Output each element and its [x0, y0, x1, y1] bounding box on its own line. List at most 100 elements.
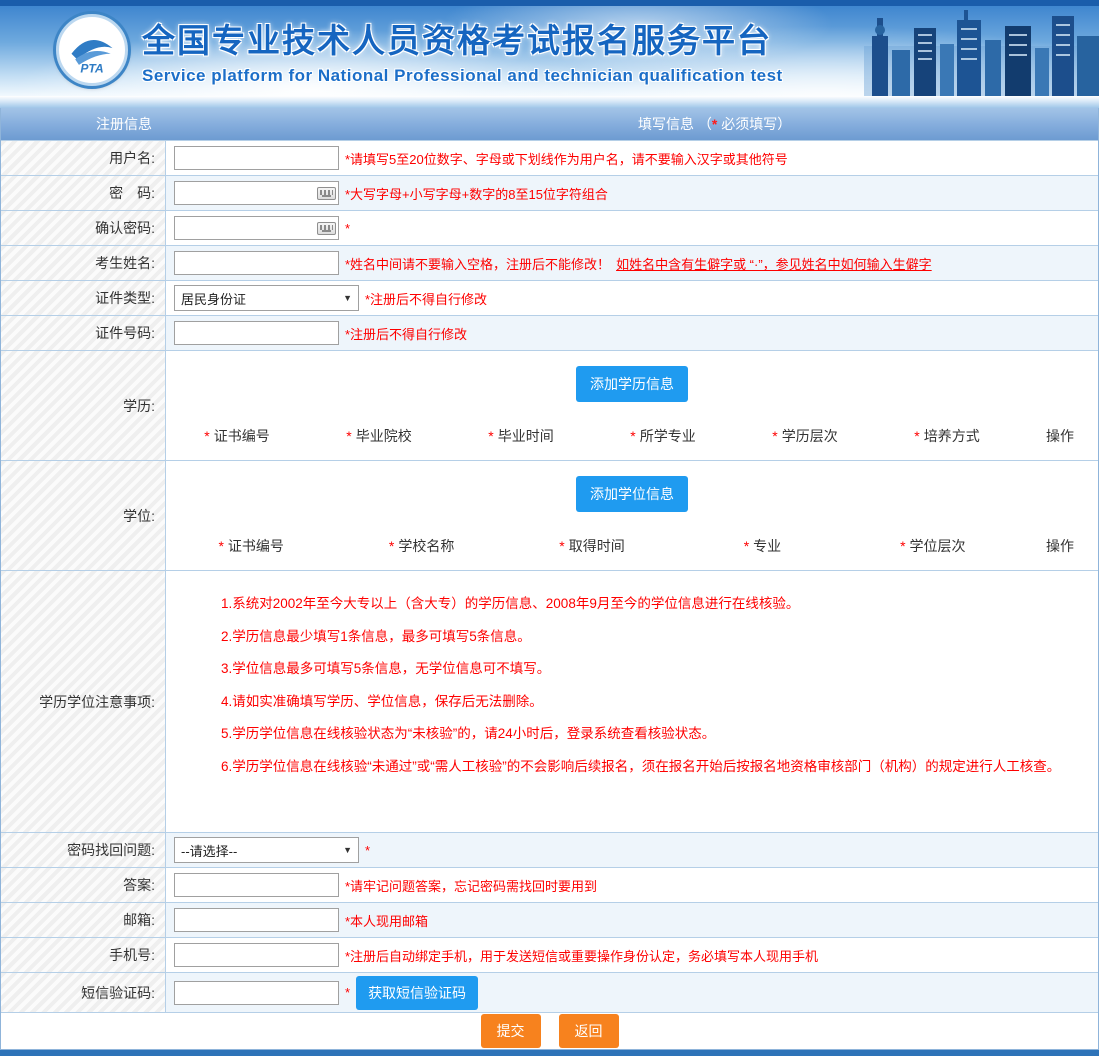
id-type-label: 证件类型: [95, 288, 155, 308]
answer-row: 答案: *请牢记问题答案，忘记密码需找回时要用到 [1, 867, 1098, 902]
column-header: *毕业时间 [450, 426, 592, 446]
id-number-label: 证件号码: [95, 323, 155, 343]
education-row: 学历: 添加学历信息 *证书编号 *毕业院校 *毕业时间 *所学专业 *学历层次… [1, 350, 1098, 460]
footer-actions: 提交 返回 [1, 1012, 1098, 1049]
site-title: 全国专业技术人员资格考试报名服务平台 [142, 14, 783, 62]
answer-label: 答案: [123, 875, 155, 895]
column-header: 操作 [1018, 536, 1098, 556]
education-label: 学历: [123, 396, 155, 416]
candidate-name-input[interactable] [174, 251, 339, 275]
id-type-selected-value: 居民身份证 [181, 289, 246, 308]
notice-item: 2.学历信息最少填写1条信息，最多可填写5条信息。 [221, 627, 1088, 647]
notice-row: 学历学位注意事项: 1.系统对2002年至今大专以上（含大专）的学历信息、200… [1, 570, 1098, 832]
table-header-row: 注册信息 填写信息 （* 必须填写） [1, 108, 1098, 140]
email-input[interactable] [174, 908, 339, 932]
column-header: *培养方式 [876, 426, 1018, 446]
notice-item: 4.请如实准确填写学历、学位信息，保存后无法删除。 [221, 692, 1088, 712]
security-question-selected-value: --请选择-- [181, 841, 237, 860]
confirm-password-row: 确认密码: * [1, 210, 1098, 245]
id-type-select[interactable]: 居民身份证 ▼ [174, 285, 359, 311]
sms-code-row: 短信验证码: * 获取短信验证码 [1, 972, 1098, 1012]
column-header: *学历层次 [734, 426, 876, 446]
security-question-label: 密码找回问题: [67, 840, 155, 860]
submit-button[interactable]: 提交 [481, 1014, 541, 1048]
column-header: *专业 [677, 536, 847, 556]
chevron-down-icon: ▼ [343, 845, 352, 855]
username-label: 用户名: [109, 148, 155, 168]
password-input[interactable] [174, 181, 339, 205]
column-header: *学位层次 [848, 536, 1018, 556]
site-subtitle: Service platform for National Profession… [142, 66, 783, 86]
username-note: *请填写5至20位数字、字母或下划线作为用户名，请不要输入汉字或其他符号 [345, 149, 788, 168]
back-button[interactable]: 返回 [559, 1014, 619, 1048]
keyboard-icon[interactable] [317, 222, 336, 235]
mobile-note: *注册后自动绑定手机，用于发送短信或重要操作身份认定，务必填写本人现用手机 [345, 946, 818, 965]
notice-item: 1.系统对2002年至今大专以上（含大专）的学历信息、2008年9月至今的学位信… [221, 594, 1088, 614]
degree-label: 学位: [123, 506, 155, 526]
answer-input[interactable] [174, 873, 339, 897]
confirm-password-label: 确认密码: [95, 218, 155, 238]
column-header: 操作 [1018, 426, 1098, 446]
site-header: PTA 全国专业技术人员资格考试报名服务平台 Service platform … [0, 6, 1099, 96]
candidate-name-row: 考生姓名: *姓名中间请不要输入空格，注册后不能修改！ 如姓名中含有生僻字或 “… [1, 245, 1098, 280]
id-number-row: 证件号码: *注册后不得自行修改 [1, 315, 1098, 350]
notice-item: 6.学历学位信息在线核验“未通过”或“需人工核验”的不会影响后续报名，须在报名开… [221, 757, 1088, 777]
education-column-headers: *证书编号 *毕业院校 *毕业时间 *所学专业 *学历层次 *培养方式 操作 [166, 426, 1098, 446]
security-question-row: 密码找回问题: --请选择-- ▼ * [1, 832, 1098, 867]
sms-code-label: 短信验证码: [81, 983, 155, 1003]
email-note: *本人现用邮箱 [345, 911, 428, 930]
bottom-bar [0, 1049, 1099, 1056]
svg-text:PTA: PTA [80, 61, 103, 75]
sms-code-input[interactable] [174, 981, 339, 1005]
mobile-row: 手机号: *注册后自动绑定手机，用于发送短信或重要操作身份认定，务必填写本人现用… [1, 937, 1098, 972]
degree-row: 学位: 添加学位信息 *证书编号 *学校名称 *取得时间 *专业 *学位层次 操… [1, 460, 1098, 570]
notice-list: 1.系统对2002年至今大专以上（含大专）的学历信息、2008年9月至今的学位信… [166, 571, 1098, 832]
page: PTA 全国专业技术人员资格考试报名服务平台 Service platform … [0, 0, 1099, 1056]
password-row: 密 码: *大写字母+小写字母+数字的8至15位字符组合 [1, 175, 1098, 210]
city-skyline-image [864, 6, 1099, 96]
confirm-password-note: * [345, 221, 350, 236]
header-titles: 全国专业技术人员资格考试报名服务平台 Service platform for … [142, 14, 783, 86]
id-number-input[interactable] [174, 321, 339, 345]
column-header: *学校名称 [336, 536, 506, 556]
table-header-left: 注册信息 [96, 108, 152, 140]
pta-logo: PTA [56, 14, 128, 86]
header-divider-strip [0, 96, 1099, 108]
username-row: 用户名: *请填写5至20位数字、字母或下划线作为用户名，请不要输入汉字或其他符… [1, 140, 1098, 175]
id-type-note: *注册后不得自行修改 [365, 289, 487, 308]
answer-note: *请牢记问题答案，忘记密码需找回时要用到 [345, 876, 597, 895]
candidate-name-note: *姓名中间请不要输入空格，注册后不能修改！ [345, 254, 610, 273]
sms-code-note: * [345, 985, 350, 1000]
get-sms-code-button[interactable]: 获取短信验证码 [356, 976, 478, 1010]
add-education-button[interactable]: 添加学历信息 [576, 366, 688, 402]
email-label: 邮箱: [123, 910, 155, 930]
password-note: *大写字母+小写字母+数字的8至15位字符组合 [345, 184, 608, 203]
id-number-note: *注册后不得自行修改 [345, 324, 467, 343]
mobile-input[interactable] [174, 943, 339, 967]
notice-label: 学历学位注意事项: [39, 692, 155, 712]
confirm-password-input[interactable] [174, 216, 339, 240]
notice-item: 3.学位信息最多可填写5条信息，无学位信息可不填写。 [221, 659, 1088, 679]
add-degree-button[interactable]: 添加学位信息 [576, 476, 688, 512]
security-question-note: * [365, 843, 370, 858]
password-label: 密 码: [109, 183, 155, 203]
column-header: *毕业院校 [308, 426, 450, 446]
email-row: 邮箱: *本人现用邮箱 [1, 902, 1098, 937]
column-header: *取得时间 [507, 536, 677, 556]
column-header: *证书编号 [166, 426, 308, 446]
username-input[interactable] [174, 146, 339, 170]
id-type-row: 证件类型: 居民身份证 ▼ *注册后不得自行修改 [1, 280, 1098, 315]
keyboard-icon[interactable] [317, 187, 336, 200]
pta-logo-emblem: PTA [64, 22, 120, 78]
column-header: *证书编号 [166, 536, 336, 556]
candidate-name-label: 考生姓名: [95, 253, 155, 273]
chevron-down-icon: ▼ [343, 293, 352, 303]
registration-form: 注册信息 填写信息 （* 必须填写） 用户名: *请填写5至20位数字、字母或下… [0, 108, 1099, 1049]
table-header-right: 填写信息 （* 必须填写） [638, 108, 791, 140]
degree-column-headers: *证书编号 *学校名称 *取得时间 *专业 *学位层次 操作 [166, 536, 1098, 556]
notice-item: 5.学历学位信息在线核验状态为“未核验”的，请24小时后，登录系统查看核验状态。 [221, 724, 1088, 744]
column-header: *所学专业 [592, 426, 734, 446]
security-question-select[interactable]: --请选择-- ▼ [174, 837, 359, 863]
rare-character-help-link[interactable]: 如姓名中含有生僻字或 “·”，参见姓名中如何输入生僻字 [616, 254, 932, 273]
mobile-label: 手机号: [109, 945, 155, 965]
